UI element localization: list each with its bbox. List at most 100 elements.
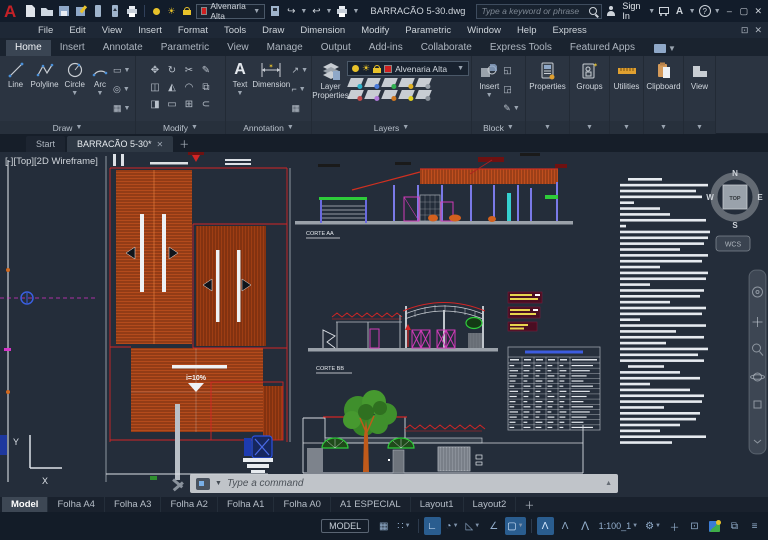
viewcube-north[interactable]: N	[732, 169, 738, 178]
layer-color-swatch[interactable]	[384, 65, 392, 73]
close-icon[interactable]: ✕	[157, 140, 164, 149]
search-box[interactable]: Type a keyword or phrase	[476, 4, 602, 19]
layer-isolate-icon[interactable]	[347, 78, 364, 87]
annotation-scale-icon[interactable]: Λ	[577, 517, 594, 535]
model-space-button[interactable]: MODEL	[321, 519, 369, 533]
customization-menu-button[interactable]: ≡	[746, 517, 763, 535]
new-drawing-tab-button[interactable]: ＋	[179, 136, 189, 151]
undo-dropdown-icon[interactable]: ▼	[300, 8, 307, 15]
maximize-button[interactable]: ▢	[738, 6, 749, 17]
dimension-button[interactable]: ✶ Dimension	[252, 59, 291, 120]
help-dropdown-icon[interactable]: ▼	[714, 8, 721, 15]
layer-unlock-icon[interactable]	[181, 4, 193, 18]
explode-tool-icon[interactable]: ⧉	[198, 79, 215, 96]
insert-button[interactable]: Insert▼	[476, 59, 502, 120]
copy-tool-icon[interactable]: ◫	[147, 79, 164, 96]
table-tool-icon[interactable]: ▦	[292, 104, 308, 113]
viewport-controls[interactable]: [-][Top][2D Wireframe]	[5, 156, 98, 167]
tab-manage[interactable]: Manage	[258, 40, 312, 56]
navigation-bar[interactable]	[749, 270, 766, 454]
tab-insert[interactable]: Insert	[51, 40, 94, 56]
layout-tab-folha-a0[interactable]: Folha A0	[274, 497, 331, 512]
menu-express[interactable]: Express	[544, 25, 594, 36]
save-as-icon[interactable]	[74, 4, 88, 18]
menu-tools[interactable]: Tools	[216, 25, 254, 36]
open-folder-icon[interactable]	[40, 4, 54, 18]
tab-output[interactable]: Output	[312, 40, 360, 56]
menu-insert[interactable]: Insert	[130, 25, 170, 36]
trim-tool-icon[interactable]: ✂	[181, 62, 198, 79]
menu-help[interactable]: Help	[509, 25, 545, 36]
layer-thaw-sun-icon[interactable]: ☀	[165, 4, 177, 18]
layer-on-bulb-icon[interactable]	[150, 4, 162, 18]
panel-label-groups[interactable]: ▼	[570, 121, 609, 134]
rotate-tool-icon[interactable]: ↻	[164, 62, 181, 79]
tab-view[interactable]: View	[218, 40, 258, 56]
tab-express-tools[interactable]: Express Tools	[481, 40, 561, 56]
app-store-cart-icon[interactable]	[658, 4, 670, 18]
block-attrib-icon[interactable]: ✎ ▼	[503, 104, 519, 113]
quick-layer-combo[interactable]: Alvenaria Alta ▼	[196, 4, 265, 19]
drawing-canvas[interactable]: i=10%	[0, 152, 768, 497]
sign-in-button[interactable]: Sign In	[622, 1, 645, 21]
layout-tab-folha-a2[interactable]: Folha A2	[161, 497, 218, 512]
layer-off-icon[interactable]	[381, 78, 398, 87]
layout-tab-a1-especial[interactable]: A1 ESPECIAL	[331, 497, 411, 512]
layer-unlock-tool-icon[interactable]	[398, 90, 415, 99]
menu-parametric[interactable]: Parametric	[397, 25, 459, 36]
graphics-performance-button[interactable]	[706, 517, 723, 535]
tab-featured-apps[interactable]: Featured Apps	[561, 40, 644, 56]
panel-label-view[interactable]: ▼	[684, 121, 715, 134]
signin-dropdown-icon[interactable]: ▼	[648, 8, 655, 15]
groups-button[interactable]: ✶ Groups	[573, 59, 605, 120]
plot-icon[interactable]	[125, 4, 139, 18]
text-button[interactable]: A Text▼	[228, 59, 252, 120]
command-input[interactable]: Type a command	[227, 478, 600, 489]
autodesk-dropdown-icon[interactable]: ▼	[689, 8, 696, 15]
layer-combo[interactable]: ☀ Alvenaria Alta ▼	[347, 61, 469, 76]
menu-edit[interactable]: Edit	[61, 25, 93, 36]
offset-tool-icon[interactable]: ⊂	[198, 96, 215, 113]
arc-button[interactable]: Arc▼	[88, 59, 112, 120]
autodesk-a-icon[interactable]: A	[673, 4, 685, 18]
doc-close-icon[interactable]: ✕	[754, 25, 762, 36]
viewcube[interactable]: TOP N S W E	[706, 169, 763, 230]
layout-tab-model[interactable]: Model	[2, 497, 48, 512]
panel-label-utilities[interactable]: ▼	[610, 121, 643, 134]
mobile-upload-icon[interactable]	[108, 4, 122, 18]
layer-match-icon[interactable]	[415, 78, 432, 87]
layer-vpfreeze-icon[interactable]	[381, 90, 398, 99]
annotation-angle-button[interactable]: ∠	[485, 517, 502, 535]
redo-icon[interactable]: ↩	[310, 4, 322, 18]
drawing-area[interactable]: [-][Top][2D Wireframe]	[0, 152, 768, 497]
autoscale-button[interactable]: Λ	[557, 517, 574, 535]
viewcube-top-face[interactable]: TOP	[729, 196, 741, 202]
move-tool-icon[interactable]: ✥	[147, 62, 164, 79]
ortho-mode-button[interactable]: ∟	[424, 517, 441, 535]
panel-label-block[interactable]: Block▼	[472, 121, 525, 134]
layer-thaw-icon[interactable]: ☀	[362, 64, 370, 73]
scale-tool-icon[interactable]: ▭	[164, 96, 181, 113]
line-button[interactable]: Line	[4, 59, 28, 120]
file-tab-document[interactable]: BARRACÃO 5-30*✕	[67, 136, 173, 152]
menu-dimension[interactable]: Dimension	[292, 25, 353, 36]
command-line[interactable]: ▼ Type a command ▲	[190, 474, 618, 493]
annotation-visibility-button[interactable]: Λ	[537, 517, 554, 535]
new-layout-button[interactable]: ＋	[516, 497, 542, 512]
undo-icon[interactable]: ↪	[285, 4, 297, 18]
layout-tab-folha-a1[interactable]: Folha A1	[218, 497, 275, 512]
command-history-icon[interactable]: ▲	[605, 480, 612, 487]
create-block-icon[interactable]: ◱	[503, 66, 519, 75]
print-icon[interactable]	[335, 4, 349, 18]
layer-states-icon[interactable]	[268, 4, 282, 18]
tab-collaborate[interactable]: Collaborate	[412, 40, 481, 56]
layer-lock-tool-icon[interactable]	[398, 78, 415, 87]
utilities-button[interactable]: Utilities	[612, 59, 641, 120]
qat-more-icon[interactable]: ▼	[352, 8, 359, 15]
layout-tab-layout1[interactable]: Layout1	[411, 497, 464, 512]
layer-walk-icon[interactable]	[364, 90, 381, 99]
menu-window[interactable]: Window	[459, 25, 509, 36]
stretch-tool-icon[interactable]: ◨	[147, 96, 164, 113]
menu-draw[interactable]: Draw	[254, 25, 292, 36]
clean-screen-button[interactable]: ⧉	[726, 517, 743, 535]
